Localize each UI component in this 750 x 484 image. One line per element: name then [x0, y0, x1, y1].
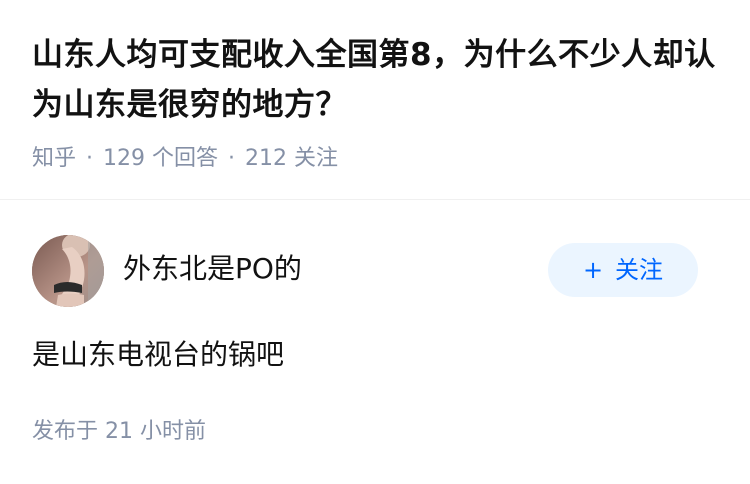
answer-card: 外东北是PO的 + 关注 是山东电视台的锅吧 发布于 21 小时前 — [0, 201, 750, 484]
meta-separator: · — [228, 146, 236, 171]
meta-separator: · — [86, 146, 94, 171]
question-header: 山东人均可支配收入全国第8，为什么不少人却认为山东是很穷的地方？ 知乎 · 129 … — [0, 0, 750, 200]
question-title[interactable]: 山东人均可支配收入全国第8，为什么不少人却认为山东是很穷的地方？ — [32, 30, 718, 130]
published-time: 21 小时前 — [105, 419, 207, 444]
author-name[interactable]: 外东北是PO的 — [123, 249, 302, 289]
answer-content[interactable]: 是山东电视台的锅吧 — [32, 333, 284, 377]
answer-count[interactable]: 129 个回答 — [103, 146, 218, 171]
author-avatar[interactable] — [32, 235, 104, 307]
plus-icon: + — [582, 256, 604, 284]
follow-button[interactable]: + 关注 — [548, 243, 698, 297]
follow-button-label: 关注 — [615, 256, 664, 284]
source-label[interactable]: 知乎 — [32, 146, 76, 171]
follower-count[interactable]: 212 关注 — [245, 146, 338, 171]
avatar-image — [32, 235, 104, 307]
answer-timestamp: 发布于 21 小时前 — [32, 415, 206, 449]
published-label: 发布于 — [32, 419, 99, 444]
question-meta: 知乎 · 129 个回答 · 212 关注 — [32, 142, 338, 176]
